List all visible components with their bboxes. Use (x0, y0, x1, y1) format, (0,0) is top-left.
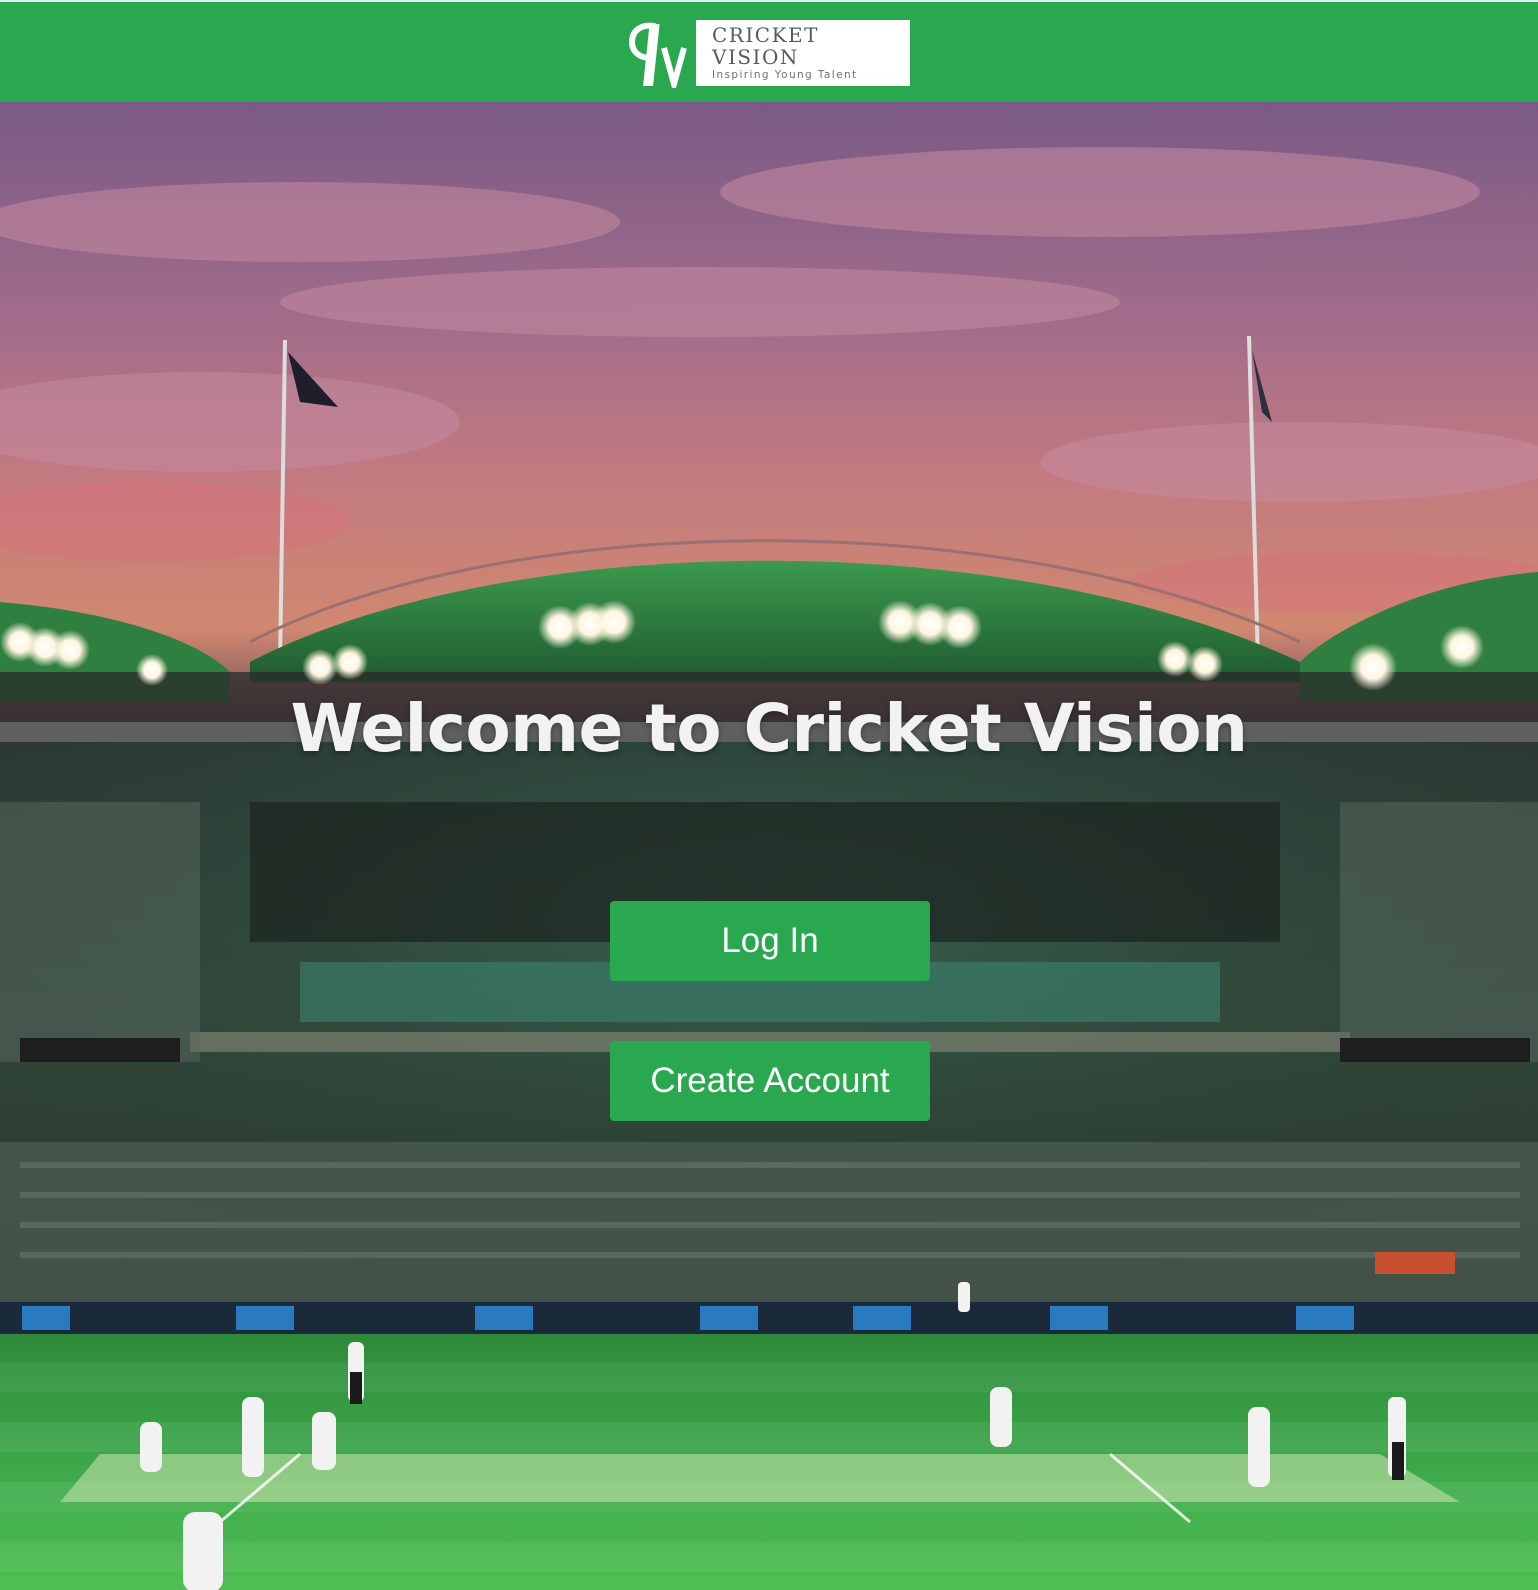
cricket-vision-logo[interactable]: CRICKET VISION Inspiring Young Talent (624, 20, 914, 88)
log-in-button[interactable]: Log In (610, 901, 930, 981)
stadium-photo-icon (0, 102, 1538, 1590)
hero-stadium-background (0, 102, 1538, 1590)
landing-page: CRICKET VISION Inspiring Young Talent We… (0, 0, 1538, 1590)
create-account-button[interactable]: Create Account (610, 1041, 930, 1121)
logo-text-box: CRICKET VISION Inspiring Young Talent (696, 20, 910, 86)
logo-tagline: Inspiring Young Talent (712, 69, 858, 81)
cv-logo-mark-icon (628, 22, 687, 88)
top-header-bar: CRICKET VISION Inspiring Young Talent (0, 0, 1538, 102)
logo-title: CRICKET VISION (712, 23, 819, 69)
welcome-heading: Welcome to Cricket Vision (290, 690, 1248, 767)
